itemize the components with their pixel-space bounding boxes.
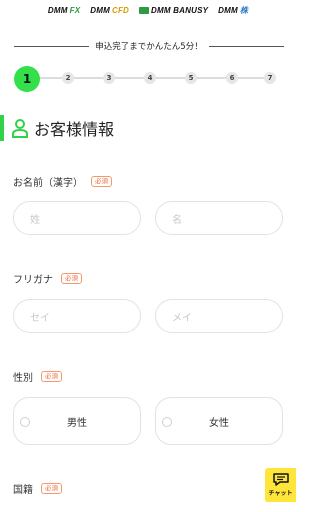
furigana-label: フリガナ 必須 [13, 271, 82, 286]
field-label-text: 性別 [13, 373, 33, 384]
brand-prefix: DMM [218, 5, 238, 15]
first-name-kanji-input[interactable]: 名 [155, 201, 283, 235]
step-4: 4 [144, 72, 156, 84]
person-icon [12, 119, 28, 138]
brand-dmm-kabu[interactable]: DMM 株 [218, 5, 248, 16]
application-form-page: DMM FX DMM CFD DMM BANUSY DMM 株 申込完了までかん… [0, 0, 296, 512]
input-placeholder: 姓 [30, 214, 40, 226]
required-badge: 必須 [61, 273, 82, 284]
brand-prefix: DMM BANUSY [151, 5, 209, 15]
last-name-kana-input[interactable]: セイ [13, 299, 141, 333]
radio-circle-icon[interactable] [162, 417, 172, 427]
step-5: 5 [185, 72, 197, 84]
brand-suffix: CFD [111, 5, 130, 15]
brand-prefix: DMM [90, 5, 110, 15]
input-placeholder: メイ [172, 312, 192, 324]
chat-button-label: チャット [268, 490, 293, 497]
brand-prefix: DMM [47, 5, 68, 15]
brand-header: DMM FX DMM CFD DMM BANUSY DMM 株 [0, 0, 296, 20]
gender-option-female[interactable]: 女性 [155, 397, 283, 445]
brand-suffix: FX [69, 5, 81, 15]
required-badge: 必須 [41, 371, 62, 382]
field-label-text: 国籍 [13, 485, 33, 496]
brand-suffix: 株 [239, 5, 249, 15]
name-kanji-label: お名前（漢字） 必須 [13, 174, 112, 189]
divider [208, 45, 285, 47]
progress-heading-text: 申込完了までかんたん5分！ [95, 42, 203, 52]
input-placeholder: 名 [172, 214, 182, 226]
divider [14, 45, 90, 47]
last-name-kanji-input[interactable]: 姓 [13, 201, 141, 235]
chat-icon [272, 473, 289, 486]
section-title-text: お客様情報 [34, 120, 115, 139]
radio-circle-icon[interactable] [20, 417, 30, 427]
banusy-logo-mark-icon [139, 6, 150, 14]
step-2: 2 [62, 72, 74, 84]
step-6: 6 [226, 72, 238, 84]
required-badge: 必須 [41, 483, 62, 494]
section-title: お客様情報 [0, 114, 296, 142]
step-1: 1 [14, 66, 40, 92]
field-label-text: フリガナ [13, 275, 53, 286]
step-indicator: 1 2 3 4 5 6 7 [14, 66, 276, 92]
input-placeholder: セイ [30, 312, 50, 324]
progress-heading: 申込完了までかんたん5分！ [14, 38, 285, 54]
field-label-text: お名前（漢字） [13, 178, 83, 189]
gender-label: 性別 必須 [13, 369, 62, 384]
brand-dmm-banusy[interactable]: DMM BANUSY [139, 6, 208, 15]
chat-button[interactable]: チャット [265, 468, 296, 502]
gender-option-male[interactable]: 男性 [13, 397, 141, 445]
radio-label: 男性 [67, 417, 87, 429]
step-3: 3 [103, 72, 115, 84]
brand-dmm-cfd[interactable]: DMM CFD [90, 6, 129, 15]
radio-label: 女性 [209, 417, 229, 429]
first-name-kana-input[interactable]: メイ [155, 299, 283, 333]
brand-dmm-fx[interactable]: DMM FX [48, 6, 80, 15]
step-7: 7 [264, 72, 276, 84]
nationality-label: 国籍 必須 [13, 481, 62, 496]
required-badge: 必須 [91, 176, 112, 187]
section-accent-bar [0, 115, 4, 141]
